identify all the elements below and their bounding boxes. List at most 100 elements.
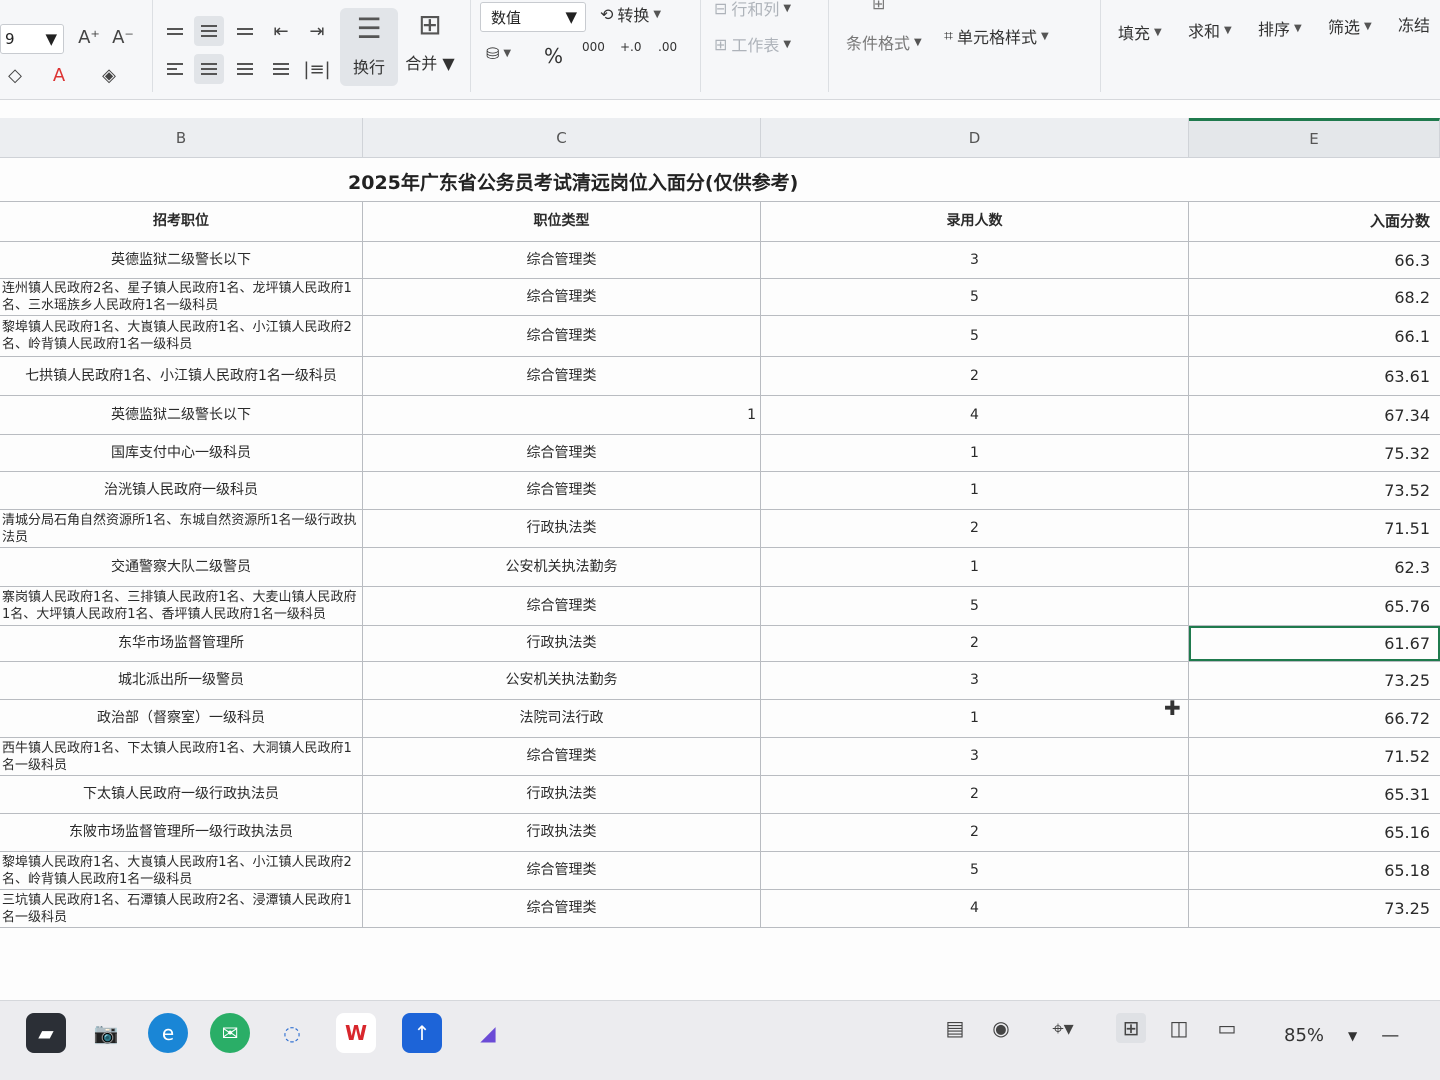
column-header-b[interactable]: B xyxy=(0,118,363,158)
count-cell[interactable]: 3 xyxy=(761,738,1189,775)
freeze-button[interactable]: 冻结 xyxy=(1398,12,1430,36)
position-cell[interactable]: 交通警察大队二级警员 xyxy=(0,548,363,586)
eye-protection-icon[interactable]: ◉ xyxy=(986,1013,1016,1043)
score-cell[interactable]: 75.32 xyxy=(1189,435,1440,471)
score-cell[interactable]: 65.31 xyxy=(1189,776,1440,813)
convert-button[interactable]: ⟲ 转换 ▼ xyxy=(600,2,661,26)
score-cell[interactable]: 73.25 xyxy=(1189,662,1440,699)
position-cell[interactable]: 清城分局石角自然资源所1名、东城自然资源所1名一级行政执法员 xyxy=(0,510,363,547)
count-cell[interactable]: 1 xyxy=(761,472,1189,509)
fill-color-icon[interactable]: ◇ xyxy=(0,60,30,90)
position-cell[interactable]: 东陂市场监督管理所一级行政执法员 xyxy=(0,814,363,851)
decrease-decimal-button[interactable]: .00 xyxy=(658,40,677,54)
count-cell[interactable]: 5 xyxy=(761,279,1189,315)
percent-button[interactable]: % xyxy=(544,44,563,68)
design-app-icon[interactable]: ◢ xyxy=(468,1013,508,1053)
count-cell[interactable]: 2 xyxy=(761,626,1189,661)
score-cell[interactable]: 66.1 xyxy=(1189,316,1440,356)
position-cell[interactable]: 黎埠镇人民政府1名、大崀镇人民政府1名、小江镇人民政府2名、岭背镇人民政府1名一… xyxy=(0,852,363,889)
type-cell[interactable]: 行政执法类 xyxy=(363,814,761,851)
count-cell[interactable]: 2 xyxy=(761,814,1189,851)
type-cell[interactable]: 综合管理类 xyxy=(363,852,761,889)
score-cell[interactable]: 71.52 xyxy=(1189,738,1440,775)
header-cell-position[interactable]: 招考职位 xyxy=(0,202,363,241)
decrease-font-icon[interactable]: A⁻ xyxy=(108,22,138,52)
count-cell[interactable]: 3 xyxy=(761,662,1189,699)
header-cell-score[interactable]: 入面分数 xyxy=(1189,202,1440,241)
split-view-icon[interactable]: ◫ xyxy=(1164,1013,1194,1043)
type-cell[interactable]: 综合管理类 xyxy=(363,738,761,775)
merge-button[interactable]: ⊞ 合并 ▼ xyxy=(400,4,460,82)
count-cell[interactable]: 1 xyxy=(761,435,1189,471)
position-cell[interactable]: 下太镇人民政府一级行政执法员 xyxy=(0,776,363,813)
decrease-indent-icon[interactable]: ⇤ xyxy=(266,16,296,46)
score-cell[interactable]: 67.34 xyxy=(1189,396,1440,434)
normal-view-icon[interactable]: ⊞ xyxy=(1116,1013,1146,1043)
sheet-title-cell[interactable]: 2025年广东省公务员考试清远岗位入面分(仅供参考) xyxy=(0,162,1440,202)
count-cell[interactable]: 4 xyxy=(761,396,1189,434)
type-cell[interactable]: 综合管理类 xyxy=(363,242,761,278)
count-cell[interactable]: 5 xyxy=(761,587,1189,625)
score-cell[interactable]: 62.3 xyxy=(1189,548,1440,586)
count-cell[interactable]: 2 xyxy=(761,776,1189,813)
fill-button[interactable]: 填充 ▼ xyxy=(1118,20,1162,44)
type-cell[interactable]: 综合管理类 xyxy=(363,472,761,509)
position-cell[interactable]: 寨岗镇人民政府1名、三排镇人民政府1名、大麦山镇人民政府1名、大坪镇人民政府1名… xyxy=(0,587,363,625)
wrap-text-button[interactable]: ☰ 换行 xyxy=(340,8,398,86)
position-cell[interactable]: 三坑镇人民政府1名、石潭镇人民政府2名、浸潭镇人民政府1名一级科员 xyxy=(0,890,363,927)
focus-mode-icon[interactable]: ⌖▾ xyxy=(1040,1013,1086,1043)
count-cell[interactable]: 1 xyxy=(761,548,1189,586)
chevron-down-icon[interactable]: ▼ xyxy=(1348,1029,1357,1043)
position-cell[interactable]: 政治部（督察室）一级科员 xyxy=(0,700,363,737)
sum-button[interactable]: 求和 ▼ xyxy=(1188,18,1232,42)
score-cell[interactable]: 63.61 xyxy=(1189,357,1440,395)
edge-browser-icon[interactable]: e xyxy=(148,1013,188,1053)
conditional-format-button[interactable]: 条件格式 ▼ xyxy=(846,30,922,54)
score-cell[interactable]: 71.51 xyxy=(1189,510,1440,547)
align-center-icon[interactable] xyxy=(194,54,224,84)
increase-indent-icon[interactable]: ⇥ xyxy=(302,16,332,46)
increase-font-icon[interactable]: A⁺ xyxy=(74,22,104,52)
wechat-icon[interactable]: ✉ xyxy=(210,1013,250,1053)
align-bottom-icon[interactable] xyxy=(230,16,260,46)
score-cell[interactable]: 73.52 xyxy=(1189,472,1440,509)
worksheet-button[interactable]: ⊞ 工作表 ▼ xyxy=(714,32,791,56)
position-cell[interactable]: 七拱镇人民政府1名、小江镇人民政府1名一级科员 xyxy=(0,357,363,395)
count-cell[interactable]: 4 xyxy=(761,890,1189,927)
position-cell[interactable]: 国库支付中心一级科员 xyxy=(0,435,363,471)
position-cell[interactable]: 英德监狱二级警长以下 xyxy=(0,396,363,434)
score-cell[interactable]: 66.72 xyxy=(1189,700,1440,737)
position-cell[interactable]: 黎埠镇人民政府1名、大崀镇人民政府1名、小江镇人民政府2名、岭背镇人民政府1名一… xyxy=(0,316,363,356)
page-view-icon[interactable]: ▤ xyxy=(940,1013,970,1043)
score-cell[interactable]: 66.3 xyxy=(1189,242,1440,278)
align-left-icon[interactable] xyxy=(160,54,190,84)
score-cell[interactable]: 73.25 xyxy=(1189,890,1440,927)
sort-button[interactable]: 排序 ▼ xyxy=(1258,16,1302,40)
thousands-button[interactable]: 000 xyxy=(582,40,605,54)
increase-decimal-button[interactable]: +.0 xyxy=(620,40,642,54)
type-cell[interactable]: 行政执法类 xyxy=(363,626,761,661)
type-cell[interactable]: 综合管理类 xyxy=(363,279,761,315)
position-cell[interactable]: 西牛镇人民政府1名、下太镇人民政府1名、大洞镇人民政府1名一级科员 xyxy=(0,738,363,775)
count-cell[interactable]: 5 xyxy=(761,852,1189,889)
position-cell[interactable]: 英德监狱二级警长以下 xyxy=(0,242,363,278)
distributed-align-icon[interactable]: |≡| xyxy=(302,54,332,84)
camera-app-icon[interactable]: 📷 xyxy=(86,1013,126,1053)
header-cell-type[interactable]: 职位类型 xyxy=(363,202,761,241)
position-cell[interactable]: 治洸镇人民政府一级科员 xyxy=(0,472,363,509)
font-size-select[interactable]: 9 ▼ xyxy=(0,24,64,54)
clear-format-icon[interactable]: ◈ xyxy=(94,60,124,90)
header-cell-count[interactable]: 录用人数 xyxy=(761,202,1189,241)
font-color-icon[interactable]: A xyxy=(44,60,74,90)
type-cell[interactable]: 法院司法行政 xyxy=(363,700,761,737)
type-cell[interactable]: 综合管理类 xyxy=(363,357,761,395)
type-cell[interactable]: 综合管理类 xyxy=(363,435,761,471)
type-cell[interactable]: 行政执法类 xyxy=(363,510,761,547)
type-cell[interactable]: 综合管理类 xyxy=(363,316,761,356)
table-style-icon[interactable]: ⊞ xyxy=(872,0,885,13)
type-cell[interactable]: 公安机关执法勤务 xyxy=(363,548,761,586)
pin-app-icon[interactable]: ↑ xyxy=(402,1013,442,1053)
filter-button[interactable]: 筛选 ▼ xyxy=(1328,14,1372,38)
count-cell[interactable]: 1 xyxy=(761,700,1189,737)
type-cell[interactable]: 1 xyxy=(363,396,761,434)
